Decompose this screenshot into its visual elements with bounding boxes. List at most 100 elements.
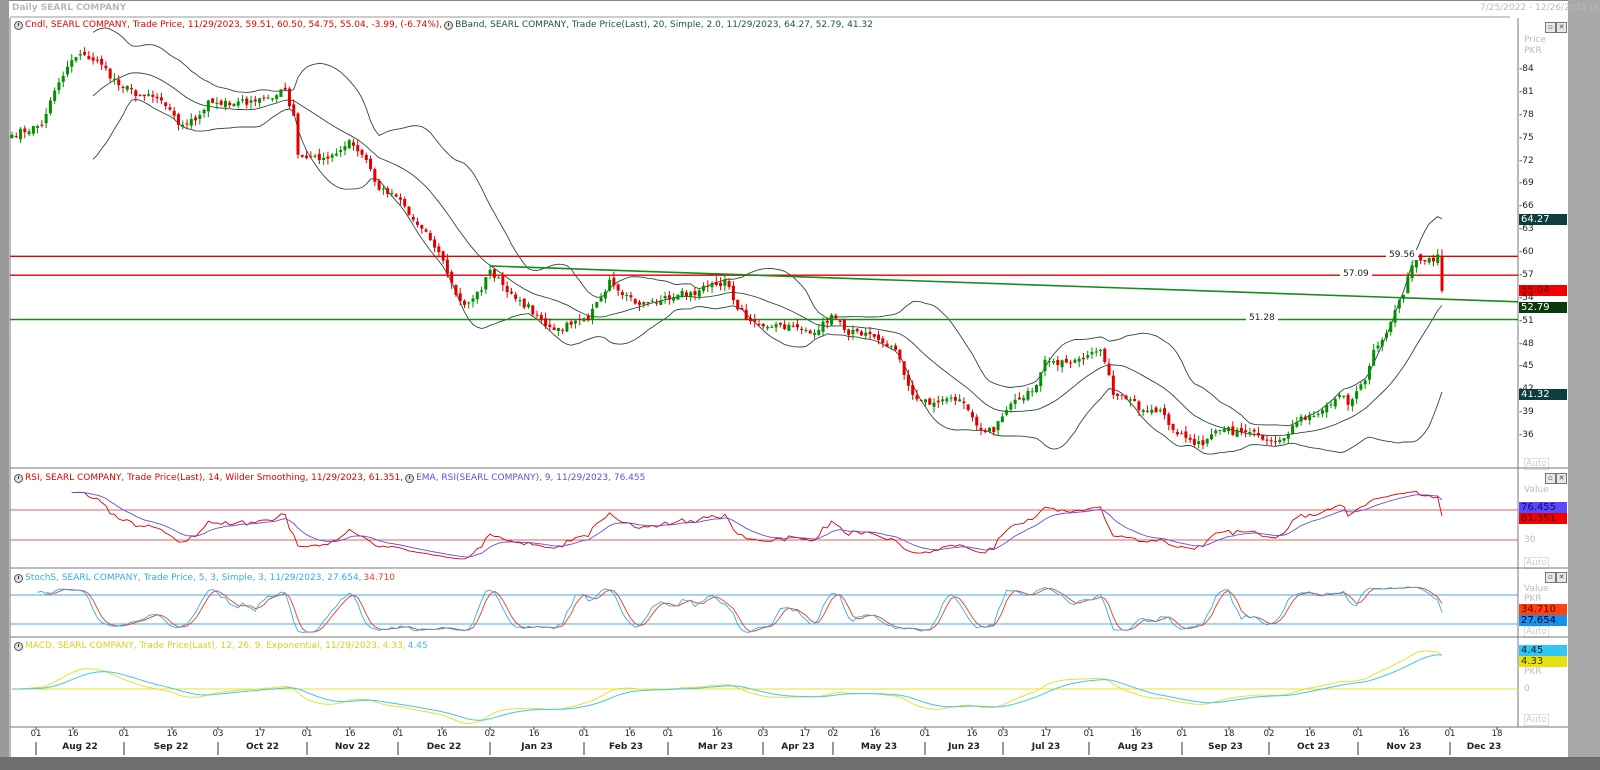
candle: [975, 414, 979, 431]
candle: [804, 327, 808, 333]
candle: [1235, 427, 1239, 438]
price-tick-label: -45: [1519, 361, 1534, 372]
candle-body: [655, 302, 659, 304]
candle-body: [241, 99, 245, 101]
candle-body: [599, 297, 603, 302]
x-tick-label: 16: [1398, 729, 1410, 739]
candle-body: [61, 75, 65, 82]
candle-body: [1022, 398, 1026, 401]
candle: [1000, 412, 1004, 423]
candle: [561, 328, 565, 335]
candle: [57, 77, 61, 95]
candle: [591, 303, 595, 325]
candle: [458, 287, 462, 306]
candle: [633, 298, 637, 305]
candle-body: [911, 384, 915, 395]
candle-body: [881, 338, 885, 344]
candle-body: [988, 427, 992, 432]
candle-body: [817, 330, 821, 336]
candle: [573, 320, 577, 329]
candle: [505, 281, 509, 298]
candle-body: [1103, 348, 1107, 362]
candle-body: [172, 110, 176, 116]
candle: [1274, 435, 1278, 446]
candle-body: [936, 400, 940, 403]
candle: [1192, 433, 1196, 447]
candle: [420, 224, 424, 234]
candle-body: [522, 298, 526, 308]
candle: [433, 236, 437, 253]
candle: [326, 151, 330, 165]
candle: [142, 94, 146, 102]
candle: [1372, 343, 1376, 366]
x-tick-label: 01: [662, 729, 674, 739]
candle: [279, 89, 283, 97]
candle: [334, 148, 338, 157]
candle-body: [1099, 349, 1103, 352]
candle: [121, 85, 125, 94]
candle: [138, 94, 142, 97]
candle: [343, 141, 347, 156]
candle-body: [889, 345, 893, 347]
candle: [1350, 397, 1354, 412]
candle: [176, 112, 180, 131]
candle-body: [275, 95, 279, 100]
candle: [258, 97, 262, 108]
candle-body: [411, 216, 415, 220]
candle-body: [958, 399, 962, 402]
candle: [1218, 429, 1222, 435]
candle: [727, 278, 731, 290]
candle-body: [1256, 433, 1260, 436]
candle-body: [185, 123, 189, 125]
candle-body: [702, 285, 706, 291]
candle-body: [1133, 398, 1137, 402]
candle-body: [855, 328, 859, 332]
candle-body: [1299, 416, 1303, 422]
candle-body: [561, 329, 565, 331]
candle-body: [783, 324, 787, 330]
candle: [424, 227, 428, 233]
candle: [535, 310, 539, 319]
candle-body: [1064, 358, 1068, 363]
x-month-label: Dec 23: [1466, 742, 1502, 752]
candle-body: [1342, 396, 1346, 398]
candle-body: [471, 298, 475, 302]
candle: [480, 286, 484, 296]
candle: [1423, 259, 1427, 265]
candle-body: [727, 281, 731, 287]
x-month-label: Sep 23: [1208, 742, 1243, 752]
candle-body: [108, 68, 112, 79]
x-tick-label: 01: [301, 729, 313, 739]
candle-body: [1376, 345, 1380, 349]
candle-body: [236, 101, 240, 106]
candle: [859, 329, 863, 337]
candle: [83, 47, 87, 57]
candle: [322, 152, 326, 165]
chart-canvas[interactable]: [0, 0, 1600, 770]
x-month-label: Nov 22: [334, 742, 371, 752]
bb-middle-value-label: 52.79: [1519, 301, 1567, 313]
candle-body: [932, 402, 936, 407]
candle-body: [322, 157, 326, 160]
candle-body: [1090, 352, 1094, 355]
candle-body: [514, 294, 518, 300]
candle-body: [1252, 429, 1256, 432]
candle: [151, 90, 155, 103]
x-month-label: Sep 22: [153, 742, 189, 752]
candle: [868, 326, 872, 340]
x-tick-label: 01: [1083, 729, 1095, 739]
candle: [864, 327, 868, 340]
x-tick-label: 01: [919, 729, 931, 739]
candle: [714, 276, 718, 287]
candle-body: [1308, 414, 1312, 421]
price-tick-label: -42: [1519, 384, 1534, 395]
candle-body: [198, 114, 202, 119]
candle-body: [1367, 365, 1371, 380]
candle: [1269, 437, 1273, 447]
candle: [625, 292, 629, 302]
x-tick-label: 18: [1491, 729, 1503, 739]
candle-body: [1333, 398, 1337, 407]
candle-body: [424, 229, 428, 232]
candle: [1282, 437, 1286, 444]
candle: [1393, 304, 1397, 327]
